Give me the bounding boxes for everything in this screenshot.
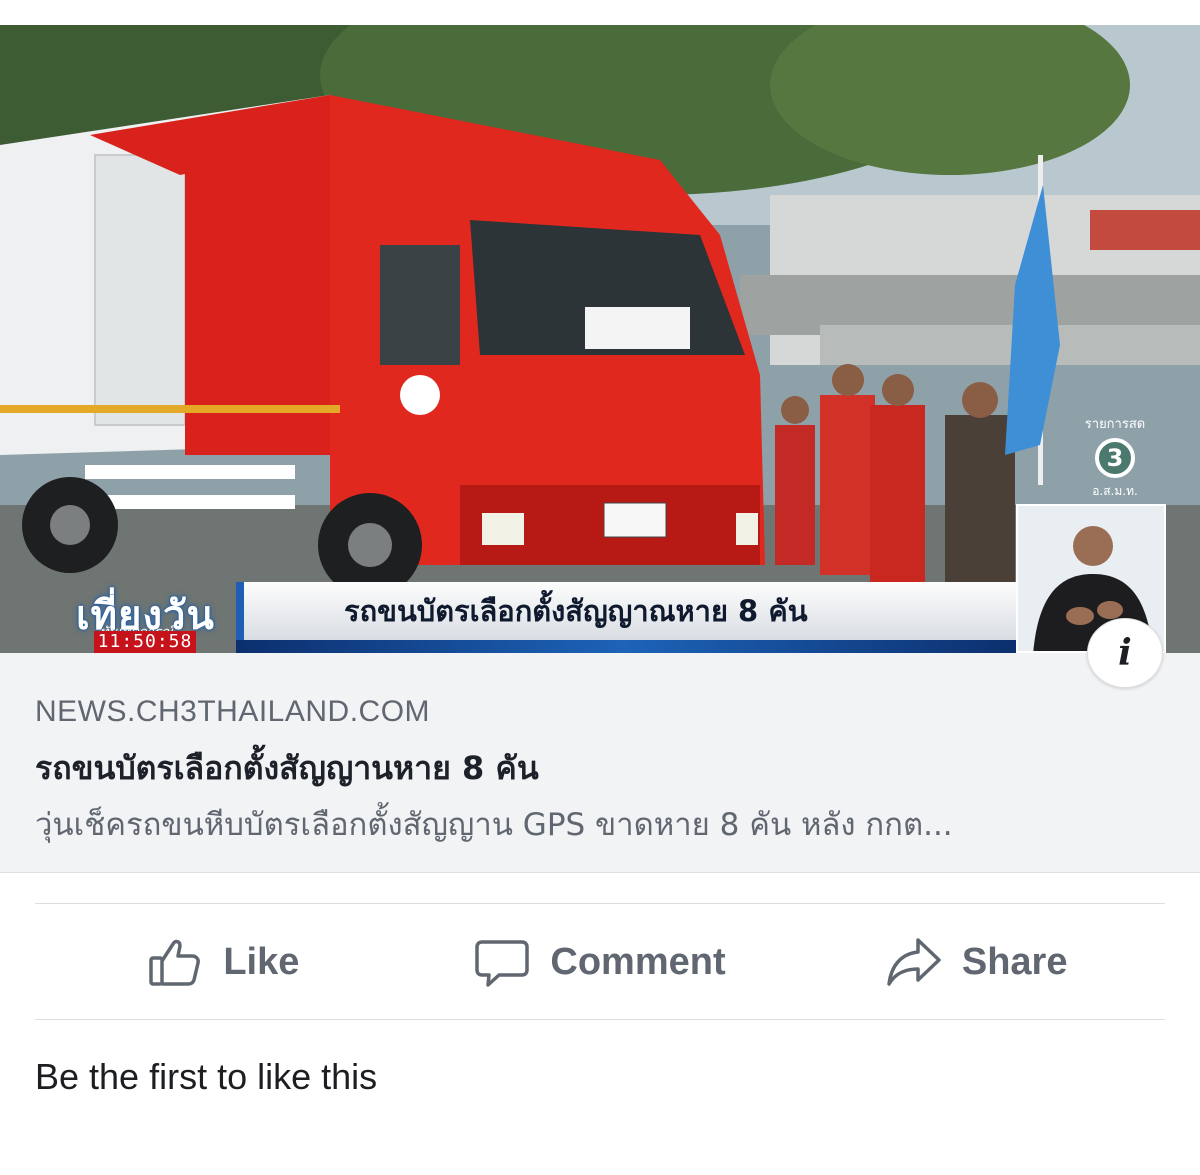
- headline-stripe: [236, 640, 1016, 653]
- broadcast-headline: รถขนบัตรเลือกตั้งสัญญาณหาย 8 คัน: [236, 582, 1016, 640]
- channel-org: อ.ส.ม.ท.: [1092, 484, 1138, 498]
- link-description: วุ่นเช็ครถขนหีบบัตรเลือกตั้งสัญญาน GPS ข…: [35, 807, 953, 843]
- share-arrow-icon: [886, 934, 942, 990]
- broadcast-clock: 11:50:58: [94, 631, 196, 653]
- info-icon: i: [1118, 632, 1132, 674]
- comment-label: Comment: [550, 940, 726, 983]
- info-button[interactable]: i: [1087, 618, 1163, 688]
- share-button[interactable]: Share: [788, 905, 1165, 1019]
- share-label: Share: [961, 940, 1068, 983]
- comment-bubble-icon: [474, 934, 530, 990]
- channel-number: 3: [1095, 438, 1135, 478]
- comment-button[interactable]: Comment: [412, 905, 789, 1019]
- action-bar: Like Comment Share: [35, 905, 1165, 1019]
- like-label: Like: [223, 940, 300, 983]
- reactions-summary[interactable]: Be the first to like this: [35, 1056, 377, 1098]
- thumbs-up-icon: [147, 934, 203, 990]
- divider-top: [35, 903, 1165, 904]
- link-domain: NEWS.CH3THAILAND.COM: [35, 695, 431, 728]
- link-title[interactable]: รถขนบัตรเลือกตั้งสัญญานหาย 8 คัน: [35, 743, 539, 794]
- divider-bottom: [35, 1019, 1165, 1020]
- like-button[interactable]: Like: [35, 905, 412, 1019]
- channel-logo: รายการสด 3 อ.ส.ม.ท.: [1060, 413, 1170, 503]
- link-preview[interactable]: NEWS.CH3THAILAND.COM รถขนบัตรเลือกตั้งสั…: [0, 653, 1200, 873]
- channel-live-label: รายการสด: [1084, 417, 1146, 432]
